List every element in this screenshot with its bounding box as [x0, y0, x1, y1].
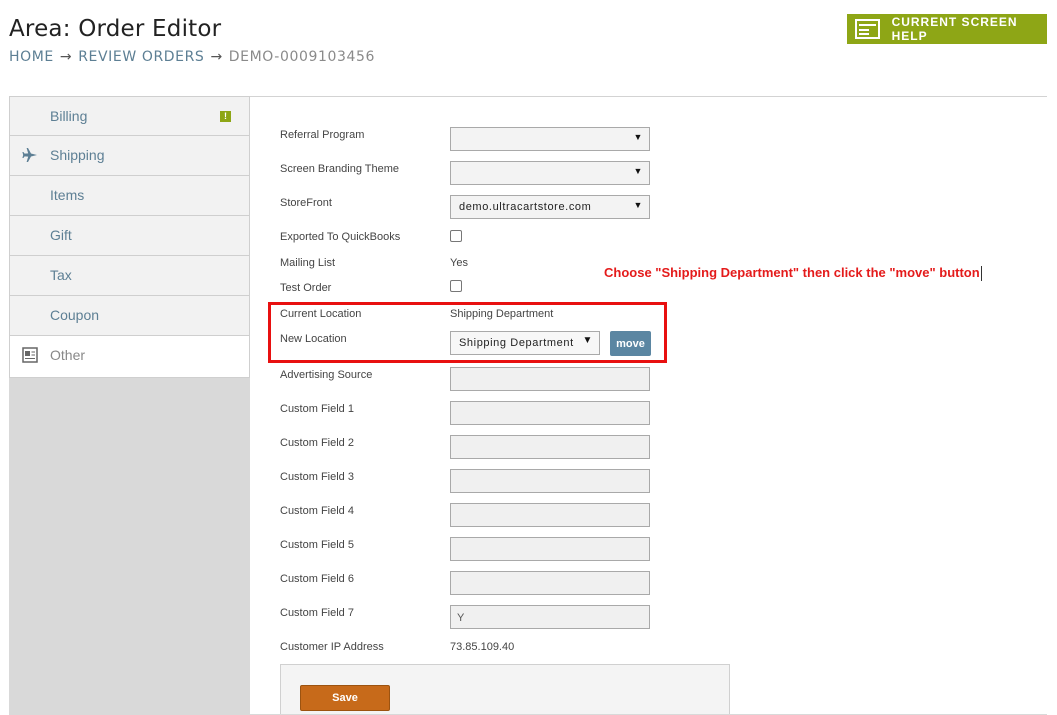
breadcrumb: HOME → REVIEW ORDERS → DEMO-0009103456 — [9, 49, 375, 65]
help-window-icon — [855, 19, 880, 39]
airplane-icon — [22, 148, 37, 162]
custom-field-3-input[interactable] — [450, 469, 650, 493]
select-value: demo.ultracartstore.com — [459, 201, 592, 213]
instruction-text: Choose "Shipping Department" then click … — [604, 265, 980, 280]
highlight-box — [268, 302, 667, 363]
breadcrumb-review-orders-link[interactable]: REVIEW ORDERS — [78, 49, 204, 65]
help-button-label: CURRENT SCREEN HELP — [891, 15, 1018, 43]
save-button[interactable]: Save — [300, 685, 390, 711]
sidebar-item-label: Shipping — [50, 147, 105, 163]
custom-field-7-input[interactable]: Y — [450, 605, 650, 629]
sidebar-item-tax[interactable]: Tax — [9, 256, 250, 296]
custom-field-5-input[interactable] — [450, 537, 650, 561]
custom-field-3-label: Custom Field 3 — [280, 471, 354, 483]
storefront-label: StoreFront — [280, 197, 332, 209]
sidebar-item-label: Billing — [50, 108, 88, 124]
custom-field-7-label: Custom Field 7 — [280, 607, 354, 619]
alert-badge-icon: ! — [220, 111, 231, 122]
referral-program-select[interactable]: ▼ — [450, 127, 650, 151]
customer-ip-label: Customer IP Address — [280, 641, 384, 653]
custom-field-2-label: Custom Field 2 — [280, 437, 354, 449]
breadcrumb-separator: → — [210, 49, 223, 65]
document-icon — [22, 347, 38, 363]
exported-to-quickbooks-label: Exported To QuickBooks — [280, 231, 401, 243]
text-caret — [980, 266, 982, 282]
instruction-annotation: Choose "Shipping Department" then click … — [604, 265, 982, 282]
exported-to-quickbooks-checkbox[interactable] — [450, 230, 462, 242]
custom-field-1-input[interactable] — [450, 401, 650, 425]
screen-branding-theme-label: Screen Branding Theme — [280, 163, 400, 175]
dropdown-arrow-icon: ▼ — [633, 200, 643, 210]
sidebar-item-label: Gift — [50, 227, 72, 243]
custom-field-6-label: Custom Field 6 — [280, 573, 354, 585]
sidebar-item-label: Tax — [50, 267, 72, 283]
sidebar-item-gift[interactable]: Gift — [9, 216, 250, 256]
advertising-source-input[interactable] — [450, 367, 650, 391]
sidebar-item-items[interactable]: Items — [9, 176, 250, 216]
mailing-list-value: Yes — [450, 257, 468, 269]
mailing-list-label: Mailing List — [280, 257, 336, 269]
breadcrumb-separator: → — [59, 49, 73, 65]
sidebar: Billing ! Shipping Items Gift Tax Coupon… — [9, 96, 250, 715]
custom-field-1-label: Custom Field 1 — [280, 403, 354, 415]
custom-field-2-input[interactable] — [450, 435, 650, 459]
advertising-source-label: Advertising Source — [280, 369, 373, 381]
sidebar-item-billing[interactable]: Billing ! — [9, 96, 250, 136]
customer-ip-value: 73.85.109.40 — [450, 641, 515, 653]
test-order-label: Test Order — [280, 282, 332, 294]
custom-field-5-label: Custom Field 5 — [280, 539, 354, 551]
dropdown-arrow-icon: ▼ — [633, 132, 643, 142]
sidebar-item-label: Items — [50, 187, 85, 203]
referral-program-label: Referral Program — [280, 129, 365, 141]
sidebar-item-shipping[interactable]: Shipping — [9, 136, 250, 176]
test-order-checkbox[interactable] — [450, 280, 462, 292]
dropdown-arrow-icon: ▼ — [633, 166, 643, 176]
sidebar-item-label: Coupon — [50, 307, 100, 323]
screen-branding-theme-select[interactable]: ▼ — [450, 161, 650, 185]
custom-field-4-input[interactable] — [450, 503, 650, 527]
custom-field-6-input[interactable] — [450, 571, 650, 595]
page-title: Area: Order Editor — [9, 16, 222, 42]
breadcrumb-current: DEMO-0009103456 — [228, 49, 376, 65]
custom-field-4-label: Custom Field 4 — [280, 505, 354, 517]
breadcrumb-home-link[interactable]: HOME — [9, 49, 54, 65]
sidebar-item-other[interactable]: Other — [9, 336, 250, 378]
sidebar-item-label: Other — [50, 347, 86, 363]
current-screen-help-button[interactable]: CURRENT SCREEN HELP — [847, 14, 1047, 44]
storefront-select[interactable]: demo.ultracartstore.com ▼ — [450, 195, 650, 219]
sidebar-item-coupon[interactable]: Coupon — [9, 296, 250, 336]
